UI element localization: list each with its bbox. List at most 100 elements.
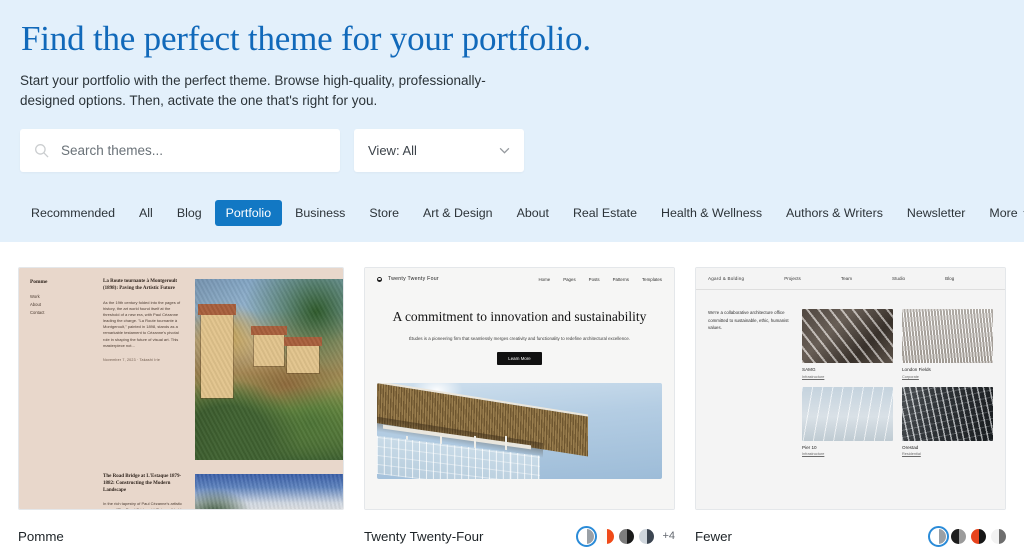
fewer-brand: Agard & Bolding	[708, 276, 745, 281]
ttf-subtext: Études is a pioneering firm that seamles…	[408, 336, 631, 342]
pomme-content: La Route tournante à Montgeroult (1898):…	[103, 279, 343, 509]
pomme-brand: Pomme	[30, 279, 48, 285]
ttf-nav-item: Home	[538, 276, 551, 282]
project-title: Pier 10	[802, 444, 817, 450]
color-swatch[interactable]	[927, 525, 950, 547]
search-box[interactable]	[20, 129, 340, 173]
chevron-down-icon	[499, 148, 510, 155]
color-swatch[interactable]	[951, 528, 966, 544]
project-image	[802, 309, 893, 363]
tab-label: More	[989, 206, 1018, 220]
pomme-post-excerpt: In the rich tapestry of Paul Cézanne's a…	[103, 501, 184, 510]
ttf-logo-icon	[377, 276, 382, 282]
theme-name: Pomme	[18, 528, 64, 544]
tab-label: Health & Wellness	[661, 206, 763, 220]
ttf-nav-item: Patterns	[612, 276, 629, 282]
fewer-project-grid: SAMG Infrastructure London Fields Corpor…	[802, 309, 993, 456]
tab-label: About	[516, 206, 549, 220]
theme-footer: Twenty Twenty-Four +4	[364, 510, 675, 550]
project-title: SAMG	[802, 367, 816, 372]
page-subtitle: Start your portfolio with the perfect th…	[20, 73, 486, 108]
page-title: Find the perfect theme for your portfoli…	[21, 19, 591, 58]
theme-card-pomme: Pomme Work About Contact La Route tourna…	[18, 267, 344, 550]
fewer-nav-item: Studio	[892, 276, 906, 281]
fewer-project-item: Orestad Residential	[902, 386, 993, 456]
theme-grid: Pomme Work About Contact La Route tourna…	[0, 242, 1024, 550]
theme-color-swatches	[927, 525, 1006, 547]
pomme-artwork-image	[195, 279, 343, 460]
project-category: Infrastructure	[802, 452, 825, 456]
tab-real-estate[interactable]: Real Estate	[562, 200, 648, 226]
fewer-nav-item: Blog	[945, 276, 955, 281]
color-swatch[interactable]	[575, 525, 598, 547]
tab-more[interactable]: More	[978, 200, 1024, 226]
color-swatch[interactable]	[619, 528, 635, 544]
project-category: Infrastructure	[802, 374, 825, 379]
ttf-header: Twenty Twenty Four Home Pages Posts Patt…	[365, 268, 674, 282]
project-title: Orestad	[902, 444, 919, 450]
category-tabs: Recommended All Blog Portfolio Business …	[20, 197, 1024, 229]
fewer-nav-item: Team	[840, 276, 853, 281]
tab-all[interactable]: All	[128, 200, 164, 226]
pomme-post-meta: November 7, 2023 · Takashi Irie	[103, 358, 161, 362]
pomme-post-title: The Road Bridge at L'Estaque 1879-1882: …	[103, 474, 182, 493]
theme-preview-fewer[interactable]: Agard & Bolding Projects Team Studio Blo…	[695, 267, 1006, 510]
tab-label: Recommended	[31, 206, 116, 220]
project-category: Corporate	[902, 374, 919, 379]
tab-recommended[interactable]: Recommended	[20, 200, 126, 226]
tab-label: All	[139, 206, 153, 220]
pomme-nav-item: Work	[30, 294, 40, 299]
search-icon	[35, 144, 49, 158]
ttf-nav-item: Templates	[641, 276, 662, 282]
view-filter-label: View: All	[368, 143, 417, 159]
color-swatch[interactable]	[991, 528, 1006, 544]
tab-authors-and-writers[interactable]: Authors & Writers	[775, 200, 894, 226]
project-category: Residential	[902, 452, 921, 456]
fewer-project-item: SAMG Infrastructure	[802, 309, 893, 379]
ttf-architecture-photo	[377, 383, 662, 480]
theme-preview-twenty-twenty-four[interactable]: Twenty Twenty Four Home Pages Posts Patt…	[364, 267, 675, 510]
tab-portfolio[interactable]: Portfolio	[214, 200, 283, 226]
fewer-project-item: London Fields Corporate	[902, 309, 993, 379]
pomme-post-title: La Route tournante à Montgeroult (1898):…	[103, 279, 178, 291]
pomme-nav-item: About	[30, 302, 41, 307]
tab-label: Portfolio	[225, 206, 272, 220]
tab-store[interactable]: Store	[358, 200, 410, 226]
project-image	[902, 386, 993, 441]
pomme-post-excerpt: As the 19th century folded into the page…	[103, 299, 181, 348]
tab-label: Art & Design	[423, 206, 493, 220]
view-filter-dropdown[interactable]: View: All	[354, 129, 524, 173]
ttf-brand: Twenty Twenty Four	[388, 276, 439, 282]
theme-footer: Pomme	[18, 510, 344, 550]
theme-color-swatches: +4	[575, 525, 675, 547]
ttf-learn-more-button: Learn More	[497, 352, 542, 366]
fewer-header: Agard & Bolding Projects Team Studio Blo…	[696, 268, 1005, 290]
fewer-body: We're a collaborative architecture offic…	[696, 290, 1005, 456]
color-swatch[interactable]	[639, 528, 655, 544]
tab-label: Real Estate	[572, 206, 638, 220]
pomme-nav: Work About Contact	[30, 294, 103, 315]
project-title: London Fields	[902, 367, 931, 372]
theme-card-fewer: Agard & Bolding Projects Team Studio Blo…	[695, 267, 1006, 550]
tab-newsletter[interactable]: Newsletter	[896, 200, 977, 226]
tab-blog[interactable]: Blog	[166, 200, 213, 226]
search-input[interactable]	[61, 143, 326, 159]
hero-section: Find the perfect theme for your portfoli…	[0, 0, 1024, 242]
theme-card-twenty-twenty-four: Twenty Twenty Four Home Pages Posts Patt…	[364, 267, 675, 550]
more-swatches-count[interactable]: +4	[662, 530, 675, 542]
ttf-nav: Home Pages Posts Patterns Templates	[538, 277, 662, 282]
project-image	[802, 386, 893, 441]
pomme-nav-item: Contact	[30, 310, 45, 315]
ttf-nav-item: Posts	[588, 276, 600, 282]
tab-business[interactable]: Business	[284, 200, 356, 226]
pomme-sidebar: Pomme Work About Contact	[19, 279, 103, 509]
tab-health-and-wellness[interactable]: Health & Wellness	[650, 200, 773, 226]
tab-about[interactable]: About	[506, 200, 560, 226]
theme-name: Fewer	[695, 528, 732, 544]
color-swatch[interactable]	[971, 528, 986, 544]
project-image	[902, 309, 993, 363]
theme-preview-pomme[interactable]: Pomme Work About Contact La Route tourna…	[18, 267, 344, 510]
color-swatch[interactable]	[599, 528, 615, 544]
tab-art-and-design[interactable]: Art & Design	[412, 200, 504, 226]
tab-label: Authors & Writers	[786, 206, 883, 220]
